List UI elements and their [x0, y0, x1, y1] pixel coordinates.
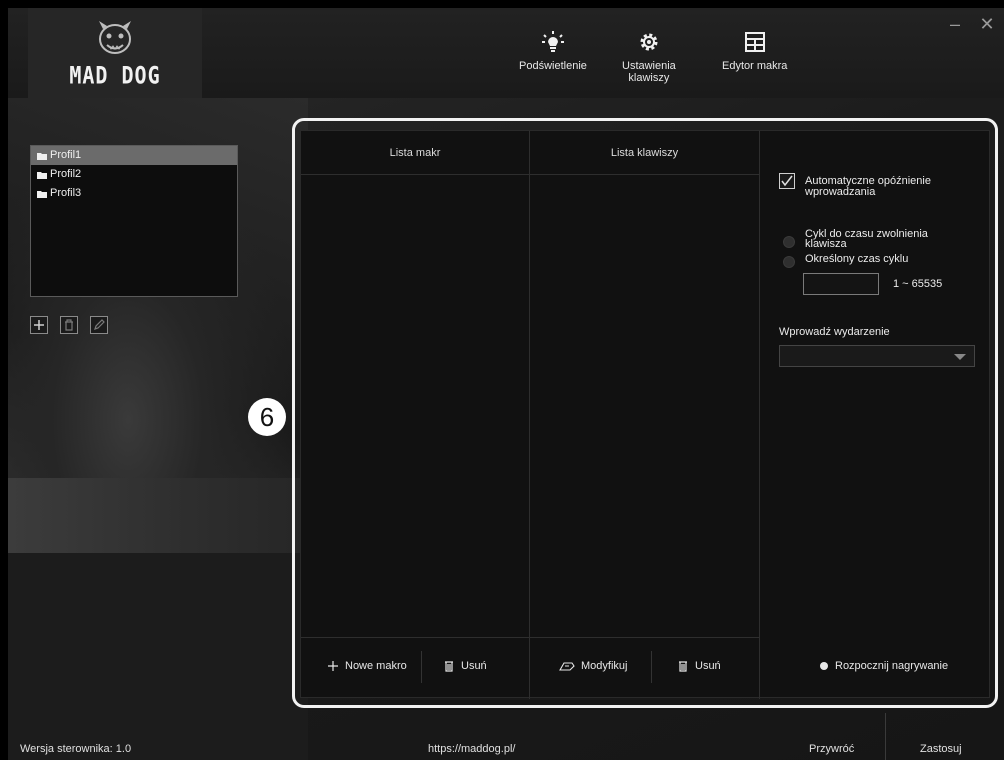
macro-list-header: Lista makr [301, 131, 529, 175]
dog-logo-icon [99, 21, 131, 54]
keyboard-pen-icon [559, 662, 575, 671]
profile-item[interactable]: Profil1 [31, 146, 237, 165]
button-separator [421, 651, 422, 683]
trash-icon [65, 319, 73, 331]
bottom-divider [301, 637, 759, 638]
new-macro-label: Nowe makro [345, 660, 407, 672]
nav-lighting-label: Podświetlenie [519, 60, 587, 72]
apply-button[interactable]: Zastosuj [920, 743, 962, 755]
modify-label: Modyfikuj [581, 660, 628, 672]
event-label: Wprowadź wydarzenie [779, 326, 890, 338]
logo: MAD DOG [28, 8, 202, 98]
folder-icon [37, 152, 47, 160]
modify-button[interactable]: Modyfikuj [559, 651, 627, 681]
cycle-time-input[interactable] [803, 273, 879, 295]
trash-icon [679, 661, 687, 672]
button-separator [651, 651, 652, 683]
auto-delay-checkbox[interactable] [779, 173, 795, 189]
profile-list: Profil1 Profil2 Profil3 [30, 145, 238, 297]
record-button[interactable]: Rozpocznij nagrywanie [819, 651, 948, 681]
checkmark-icon [781, 175, 793, 187]
minimize-button[interactable]: – [942, 14, 968, 36]
delete-key-label: Usuń [695, 660, 721, 672]
status-separator [885, 713, 886, 760]
callout-number: 6 [248, 398, 286, 436]
delete-macro-button[interactable]: Usuń [443, 651, 487, 681]
profile-label: Profil2 [50, 168, 82, 180]
nav-key-settings-label-2: klawiszy [628, 72, 670, 84]
delete-key-button[interactable]: Usuń [677, 651, 721, 681]
cycle-release-radio[interactable] [783, 236, 795, 248]
edit-profile-button[interactable] [90, 316, 108, 334]
delete-profile-button[interactable] [60, 316, 78, 334]
website-link[interactable]: https://maddog.pl/ [428, 743, 515, 755]
fixed-cycle-radio[interactable] [783, 256, 795, 268]
grid-icon [744, 32, 765, 52]
record-dot-icon [820, 662, 828, 670]
pencil-icon [94, 319, 105, 330]
app-window: MAD DOG Podświetlenie Ustawienia klawisz… [8, 8, 1004, 760]
record-label: Rozpocznij nagrywanie [835, 660, 949, 672]
nav-key-settings[interactable]: Ustawienia klawiszy [622, 30, 676, 84]
logo-text: MAD DOG [69, 60, 161, 90]
chevron-down-icon [954, 354, 966, 360]
nav-key-settings-label-1: Ustawienia [622, 60, 676, 72]
nav-macro-editor-label: Edytor makra [722, 60, 788, 72]
column-divider [759, 131, 760, 699]
new-macro-button[interactable]: Nowe makro [327, 651, 407, 681]
nav-macro-editor[interactable]: Edytor makra [722, 30, 787, 72]
restore-button[interactable]: Przywróć [809, 743, 854, 755]
header-bar: MAD DOG Podświetlenie Ustawienia klawisz… [8, 8, 1004, 98]
lightbulb-icon [541, 31, 564, 52]
background-band [8, 553, 308, 760]
nav-lighting[interactable]: Podświetlenie [519, 30, 587, 72]
plus-icon [328, 661, 338, 671]
profile-item[interactable]: Profil2 [31, 165, 237, 184]
folder-icon [37, 171, 47, 179]
gear-icon [640, 33, 658, 51]
auto-delay-label-2: wprowadzania [805, 186, 876, 198]
driver-version: Wersja sterownika: 1.0 [20, 743, 132, 755]
macro-editor-panel: Lista makr Lista klawiszy Nowe makro Usu… [300, 130, 990, 699]
cycle-range-label: 1 ~ 65535 [893, 278, 943, 290]
fixed-cycle-label: Określony czas cyklu [805, 253, 909, 265]
macro-list[interactable] [301, 176, 529, 636]
profile-label: Profil3 [50, 187, 82, 199]
add-profile-button[interactable] [30, 316, 48, 334]
close-button[interactable]: ✕ [974, 14, 1000, 36]
key-list-header: Lista klawiszy [530, 131, 759, 175]
cycle-release-label-2: klawisza [805, 238, 847, 250]
profile-label: Profil1 [50, 149, 82, 161]
trash-icon [445, 661, 453, 672]
profile-item[interactable]: Profil3 [31, 184, 237, 203]
folder-icon [37, 190, 47, 198]
plus-icon [34, 320, 44, 330]
key-list[interactable] [530, 176, 759, 636]
event-select[interactable] [779, 345, 975, 367]
delete-macro-label: Usuń [461, 660, 487, 672]
